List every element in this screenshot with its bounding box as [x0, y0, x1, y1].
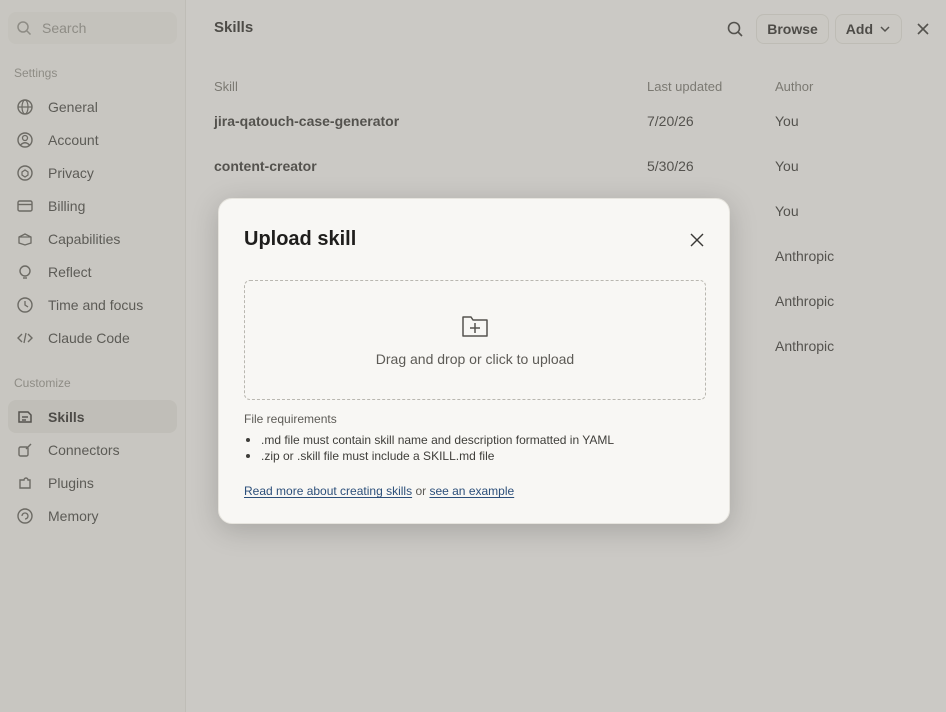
close-icon [690, 233, 704, 247]
see-example-link[interactable]: see an example [429, 484, 514, 498]
dropzone-text: Drag and drop or click to upload [375, 351, 575, 367]
requirements-list: .md file must contain skill name and des… [244, 432, 614, 464]
requirement-item: .zip or .skill file must include a SKILL… [244, 448, 614, 464]
upload-skill-dialog: Upload skill Drag and drop or click to u… [218, 198, 730, 524]
read-more-link[interactable]: Read more about creating skills [244, 484, 412, 498]
upload-dropzone[interactable]: Drag and drop or click to upload [244, 280, 706, 400]
requirements-title: File requirements [244, 412, 337, 426]
requirement-item: .md file must contain skill name and des… [244, 432, 614, 448]
help-links: Read more about creating skills or see a… [244, 484, 514, 498]
links-separator: or [415, 484, 427, 498]
dialog-close-button[interactable] [685, 228, 709, 252]
dialog-title: Upload skill [244, 228, 357, 250]
folder-plus-icon [462, 316, 488, 337]
